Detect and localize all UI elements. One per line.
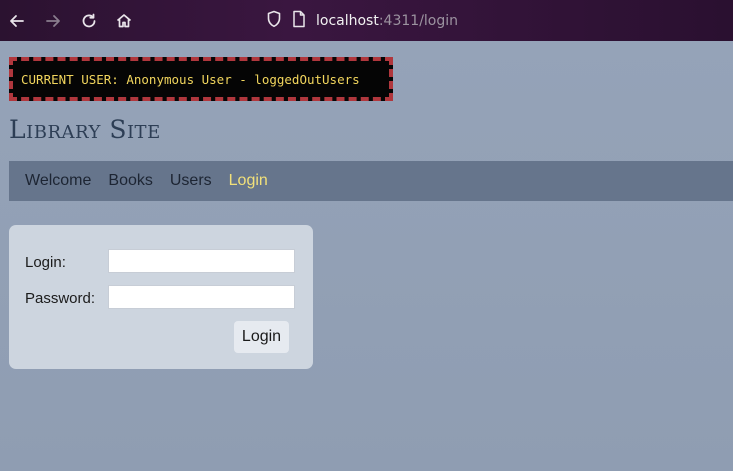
login-label: Login:	[25, 254, 66, 271]
menu-item-login[interactable]: Login	[229, 172, 268, 190]
url-host: localhost	[316, 13, 379, 29]
page-icon	[292, 10, 306, 32]
login-submit-button[interactable]: Login	[234, 321, 289, 353]
shield-icon[interactable]	[266, 10, 282, 32]
home-icon[interactable]	[113, 10, 135, 32]
password-input[interactable]	[108, 285, 295, 309]
login-form: Login: Password: Login	[9, 225, 313, 369]
menu-item-users[interactable]: Users	[170, 172, 212, 190]
password-label: Password:	[25, 290, 96, 307]
address-bar[interactable]: localhost:4311/login	[266, 10, 458, 32]
back-arrow-icon[interactable]	[6, 10, 28, 32]
site-title: Library Site	[9, 115, 161, 144]
menu-item-welcome[interactable]: Welcome	[25, 172, 91, 190]
current-user-banner: CURRENT USER: Anonymous User - loggedOut…	[9, 57, 393, 101]
reload-icon[interactable]	[78, 10, 100, 32]
forward-arrow-icon[interactable]	[42, 10, 64, 32]
page-content: CURRENT USER: Anonymous User - loggedOut…	[0, 41, 733, 471]
current-user-text: CURRENT USER: Anonymous User - loggedOut…	[21, 71, 360, 87]
url-text[interactable]: localhost:4311/login	[316, 13, 458, 29]
menu-item-books[interactable]: Books	[108, 172, 152, 190]
login-input[interactable]	[108, 249, 295, 273]
url-path: :4311/login	[378, 13, 459, 29]
browser-toolbar: localhost:4311/login	[0, 0, 733, 41]
main-menu: Welcome Books Users Login	[9, 161, 733, 201]
